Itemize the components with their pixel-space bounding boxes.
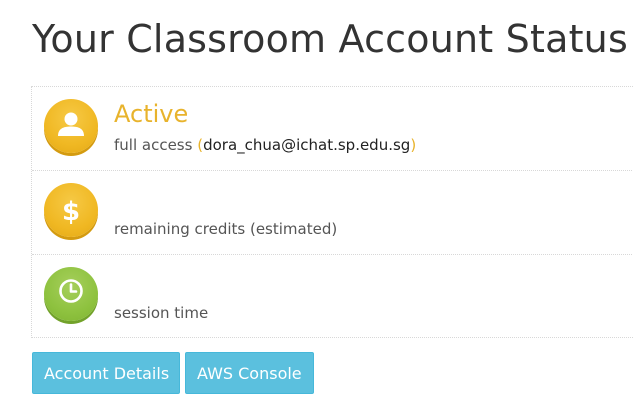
account-email: dora_chua@ichat.sp.edu.sg [203, 136, 411, 154]
page-title: Your Classroom Account Status [32, 17, 628, 61]
account-status-row: Active full access (dora_chua@ichat.sp.e… [32, 87, 633, 171]
session-status-row: session time [32, 255, 633, 339]
dollar-icon: $ [44, 183, 98, 237]
credits-caption: remaining credits (estimated) [114, 220, 338, 238]
user-icon [44, 99, 98, 153]
account-access-caption: full access (dora_chua@ichat.sp.edu.sg) [114, 135, 416, 155]
svg-text:$: $ [62, 197, 80, 227]
access-level-label: full access [114, 136, 193, 154]
aws-console-button[interactable]: AWS Console [185, 352, 314, 394]
clock-icon [44, 267, 98, 321]
credits-status-row: $ remaining credits (estimated) [32, 171, 633, 255]
session-caption: session time [114, 304, 209, 322]
account-details-button[interactable]: Account Details [32, 352, 180, 394]
account-status-panel: Active full access (dora_chua@ichat.sp.e… [31, 86, 633, 338]
account-status-value: Active [114, 100, 189, 128]
close-paren: ) [410, 136, 417, 154]
